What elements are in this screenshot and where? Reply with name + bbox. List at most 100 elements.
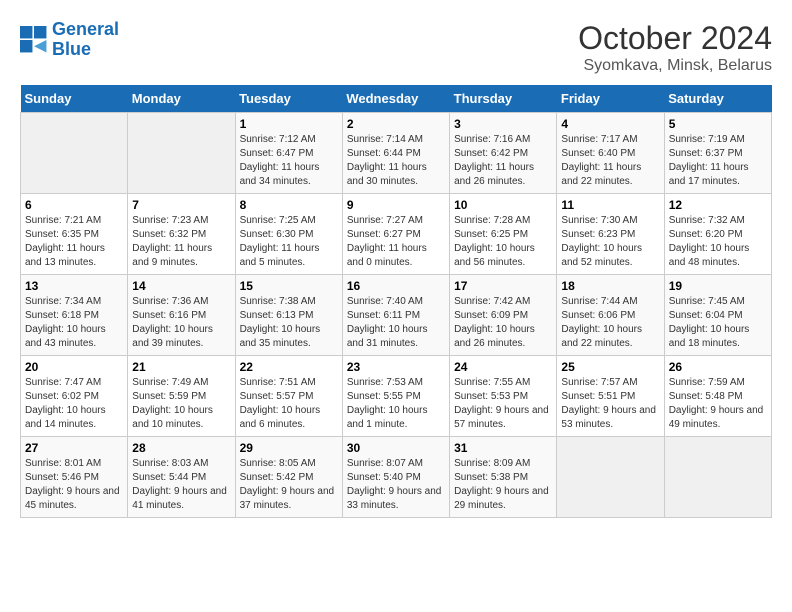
day-number: 4: [561, 117, 659, 131]
day-number: 1: [240, 117, 338, 131]
day-cell: 4 Sunrise: 7:17 AMSunset: 6:40 PMDayligh…: [557, 113, 664, 194]
title-area: October 2024 Syomkava, Minsk, Belarus: [578, 20, 772, 75]
day-detail: Sunrise: 8:07 AMSunset: 5:40 PMDaylight:…: [347, 458, 442, 511]
day-cell: 12 Sunrise: 7:32 AMSunset: 6:20 PMDaylig…: [664, 194, 771, 275]
day-number: 24: [454, 360, 552, 374]
day-cell: 6 Sunrise: 7:21 AMSunset: 6:35 PMDayligh…: [21, 194, 128, 275]
weekday-header-thursday: Thursday: [450, 85, 557, 113]
day-cell: 28 Sunrise: 8:03 AMSunset: 5:44 PMDaylig…: [128, 437, 235, 518]
day-cell: [664, 437, 771, 518]
day-cell: 11 Sunrise: 7:30 AMSunset: 6:23 PMDaylig…: [557, 194, 664, 275]
day-detail: Sunrise: 7:40 AMSunset: 6:11 PMDaylight:…: [347, 296, 428, 349]
weekday-header-monday: Monday: [128, 85, 235, 113]
day-detail: Sunrise: 7:44 AMSunset: 6:06 PMDaylight:…: [561, 296, 642, 349]
day-cell: 13 Sunrise: 7:34 AMSunset: 6:18 PMDaylig…: [21, 275, 128, 356]
month-title: October 2024: [578, 20, 772, 57]
day-cell: 25 Sunrise: 7:57 AMSunset: 5:51 PMDaylig…: [557, 356, 664, 437]
weekday-header-friday: Friday: [557, 85, 664, 113]
day-number: 3: [454, 117, 552, 131]
logo-icon: [20, 26, 48, 54]
day-cell: [21, 113, 128, 194]
day-detail: Sunrise: 7:28 AMSunset: 6:25 PMDaylight:…: [454, 215, 535, 268]
day-detail: Sunrise: 7:30 AMSunset: 6:23 PMDaylight:…: [561, 215, 642, 268]
day-cell: 27 Sunrise: 8:01 AMSunset: 5:46 PMDaylig…: [21, 437, 128, 518]
day-number: 12: [669, 198, 767, 212]
logo-blue: Blue: [52, 39, 91, 59]
day-detail: Sunrise: 8:09 AMSunset: 5:38 PMDaylight:…: [454, 458, 549, 511]
day-number: 28: [132, 441, 230, 455]
day-detail: Sunrise: 7:49 AMSunset: 5:59 PMDaylight:…: [132, 377, 213, 430]
day-cell: 20 Sunrise: 7:47 AMSunset: 6:02 PMDaylig…: [21, 356, 128, 437]
day-cell: 16 Sunrise: 7:40 AMSunset: 6:11 PMDaylig…: [342, 275, 449, 356]
day-cell: 3 Sunrise: 7:16 AMSunset: 6:42 PMDayligh…: [450, 113, 557, 194]
day-number: 22: [240, 360, 338, 374]
day-detail: Sunrise: 7:25 AMSunset: 6:30 PMDaylight:…: [240, 215, 320, 268]
day-detail: Sunrise: 7:12 AMSunset: 6:47 PMDaylight:…: [240, 134, 320, 187]
day-number: 30: [347, 441, 445, 455]
logo: General Blue: [20, 20, 119, 60]
day-number: 20: [25, 360, 123, 374]
day-cell: 18 Sunrise: 7:44 AMSunset: 6:06 PMDaylig…: [557, 275, 664, 356]
weekday-header-row: SundayMondayTuesdayWednesdayThursdayFrid…: [21, 85, 772, 113]
day-cell: 30 Sunrise: 8:07 AMSunset: 5:40 PMDaylig…: [342, 437, 449, 518]
day-number: 29: [240, 441, 338, 455]
day-cell: 26 Sunrise: 7:59 AMSunset: 5:48 PMDaylig…: [664, 356, 771, 437]
day-detail: Sunrise: 8:05 AMSunset: 5:42 PMDaylight:…: [240, 458, 335, 511]
day-number: 6: [25, 198, 123, 212]
day-detail: Sunrise: 7:21 AMSunset: 6:35 PMDaylight:…: [25, 215, 105, 268]
day-detail: Sunrise: 8:03 AMSunset: 5:44 PMDaylight:…: [132, 458, 227, 511]
day-detail: Sunrise: 7:51 AMSunset: 5:57 PMDaylight:…: [240, 377, 321, 430]
day-number: 21: [132, 360, 230, 374]
day-number: 8: [240, 198, 338, 212]
day-number: 17: [454, 279, 552, 293]
day-detail: Sunrise: 7:42 AMSunset: 6:09 PMDaylight:…: [454, 296, 535, 349]
header: General Blue October 2024 Syomkava, Mins…: [20, 20, 772, 75]
day-cell: 24 Sunrise: 7:55 AMSunset: 5:53 PMDaylig…: [450, 356, 557, 437]
day-number: 10: [454, 198, 552, 212]
day-number: 18: [561, 279, 659, 293]
day-number: 14: [132, 279, 230, 293]
day-cell: 31 Sunrise: 8:09 AMSunset: 5:38 PMDaylig…: [450, 437, 557, 518]
day-cell: 19 Sunrise: 7:45 AMSunset: 6:04 PMDaylig…: [664, 275, 771, 356]
day-cell: 17 Sunrise: 7:42 AMSunset: 6:09 PMDaylig…: [450, 275, 557, 356]
day-number: 23: [347, 360, 445, 374]
day-detail: Sunrise: 7:14 AMSunset: 6:44 PMDaylight:…: [347, 134, 427, 187]
day-cell: 8 Sunrise: 7:25 AMSunset: 6:30 PMDayligh…: [235, 194, 342, 275]
weekday-header-saturday: Saturday: [664, 85, 771, 113]
weekday-header-wednesday: Wednesday: [342, 85, 449, 113]
day-detail: Sunrise: 7:27 AMSunset: 6:27 PMDaylight:…: [347, 215, 427, 268]
day-cell: 22 Sunrise: 7:51 AMSunset: 5:57 PMDaylig…: [235, 356, 342, 437]
weekday-header-tuesday: Tuesday: [235, 85, 342, 113]
location: Syomkava, Minsk, Belarus: [578, 57, 772, 75]
day-detail: Sunrise: 7:34 AMSunset: 6:18 PMDaylight:…: [25, 296, 106, 349]
day-detail: Sunrise: 7:53 AMSunset: 5:55 PMDaylight:…: [347, 377, 428, 430]
day-number: 2: [347, 117, 445, 131]
day-number: 25: [561, 360, 659, 374]
day-detail: Sunrise: 7:19 AMSunset: 6:37 PMDaylight:…: [669, 134, 749, 187]
calendar-table: SundayMondayTuesdayWednesdayThursdayFrid…: [20, 85, 772, 518]
day-detail: Sunrise: 7:16 AMSunset: 6:42 PMDaylight:…: [454, 134, 534, 187]
day-cell: 2 Sunrise: 7:14 AMSunset: 6:44 PMDayligh…: [342, 113, 449, 194]
week-row-5: 27 Sunrise: 8:01 AMSunset: 5:46 PMDaylig…: [21, 437, 772, 518]
day-number: 31: [454, 441, 552, 455]
day-cell: [128, 113, 235, 194]
week-row-4: 20 Sunrise: 7:47 AMSunset: 6:02 PMDaylig…: [21, 356, 772, 437]
day-number: 9: [347, 198, 445, 212]
day-cell: 14 Sunrise: 7:36 AMSunset: 6:16 PMDaylig…: [128, 275, 235, 356]
day-detail: Sunrise: 7:38 AMSunset: 6:13 PMDaylight:…: [240, 296, 321, 349]
day-cell: 1 Sunrise: 7:12 AMSunset: 6:47 PMDayligh…: [235, 113, 342, 194]
day-cell: 21 Sunrise: 7:49 AMSunset: 5:59 PMDaylig…: [128, 356, 235, 437]
day-detail: Sunrise: 7:32 AMSunset: 6:20 PMDaylight:…: [669, 215, 750, 268]
day-number: 15: [240, 279, 338, 293]
logo-general: General: [52, 19, 119, 39]
day-detail: Sunrise: 7:59 AMSunset: 5:48 PMDaylight:…: [669, 377, 764, 430]
day-number: 27: [25, 441, 123, 455]
day-cell: 7 Sunrise: 7:23 AMSunset: 6:32 PMDayligh…: [128, 194, 235, 275]
day-detail: Sunrise: 7:17 AMSunset: 6:40 PMDaylight:…: [561, 134, 641, 187]
day-detail: Sunrise: 8:01 AMSunset: 5:46 PMDaylight:…: [25, 458, 120, 511]
week-row-3: 13 Sunrise: 7:34 AMSunset: 6:18 PMDaylig…: [21, 275, 772, 356]
day-cell: 9 Sunrise: 7:27 AMSunset: 6:27 PMDayligh…: [342, 194, 449, 275]
day-detail: Sunrise: 7:36 AMSunset: 6:16 PMDaylight:…: [132, 296, 213, 349]
week-row-1: 1 Sunrise: 7:12 AMSunset: 6:47 PMDayligh…: [21, 113, 772, 194]
day-number: 26: [669, 360, 767, 374]
